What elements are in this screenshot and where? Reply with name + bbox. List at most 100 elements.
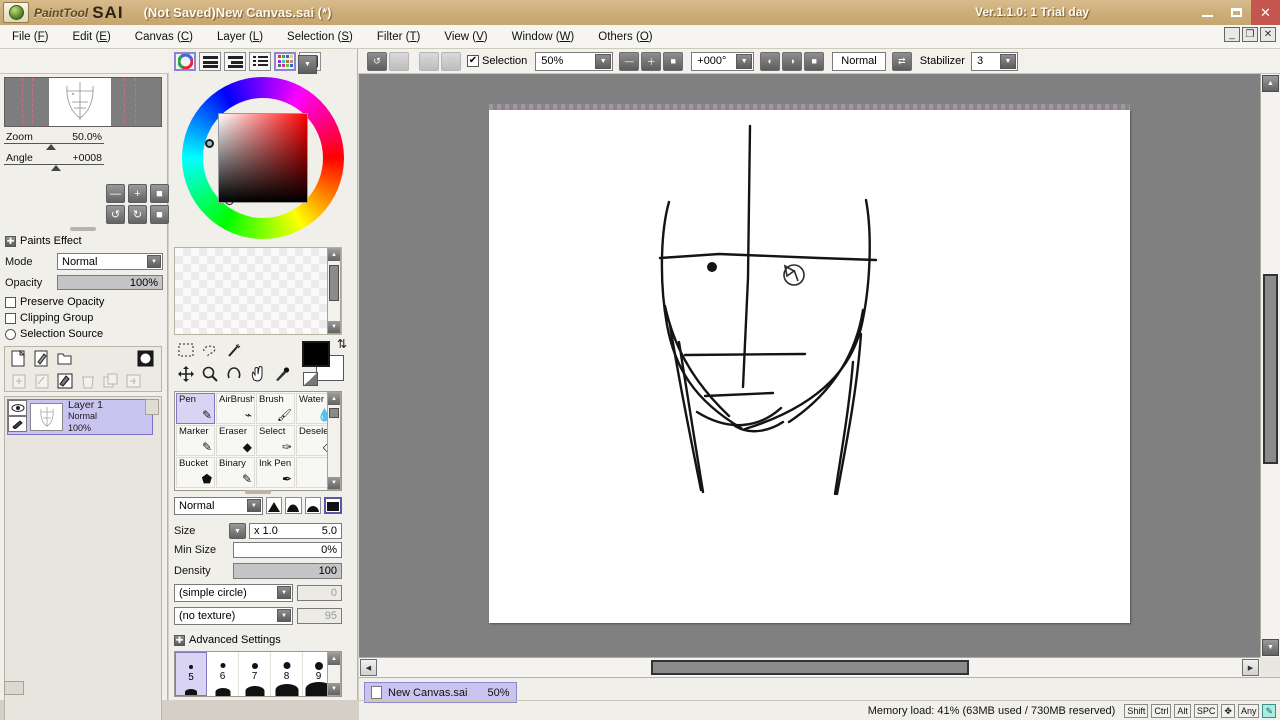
preset-scroll-up-icon[interactable]: ▲ bbox=[328, 653, 340, 665]
menu-others[interactable]: Others (O) bbox=[586, 29, 664, 45]
lasso-select-icon[interactable] bbox=[198, 339, 222, 361]
layer-list-item[interactable]: Layer 1 Normal 100% bbox=[7, 399, 153, 435]
vertical-scroll-thumb[interactable] bbox=[1263, 274, 1278, 464]
menu-edit[interactable]: Edit (E) bbox=[60, 29, 122, 45]
redo-button[interactable]: ↻ bbox=[389, 51, 409, 71]
selection-source-radio[interactable] bbox=[5, 328, 16, 340]
preset-5[interactable]: 5 bbox=[175, 652, 207, 696]
mdi-restore-button[interactable]: ❐ bbox=[1242, 27, 1258, 42]
advanced-settings-expander[interactable]: ✚ Advanced Settings bbox=[174, 634, 281, 646]
swatch-scroll-down-icon[interactable]: ▼ bbox=[328, 321, 340, 333]
navigator-zoom-handle[interactable] bbox=[46, 144, 56, 150]
stabilizer-combo[interactable]: 3 ▼ bbox=[970, 51, 1018, 71]
window-maximize-button[interactable] bbox=[1222, 0, 1251, 25]
navigator-rotate-reset-button[interactable]: ■ bbox=[150, 205, 169, 224]
swatch-scroll-thumb[interactable] bbox=[329, 265, 339, 301]
preserve-opacity-checkbox[interactable] bbox=[5, 296, 16, 308]
flip-horizontal-button[interactable]: ⇄ bbox=[419, 51, 439, 71]
angle-combo-arrow-icon[interactable]: ▼ bbox=[736, 53, 753, 69]
brush-shape-square-button[interactable] bbox=[324, 497, 342, 514]
rotate-cw-button[interactable]: ◑ bbox=[782, 51, 803, 71]
merge-visible-icon[interactable] bbox=[32, 372, 51, 391]
navigator-angle-handle[interactable] bbox=[51, 165, 61, 171]
color-wheel-tab[interactable] bbox=[174, 52, 196, 71]
brush-blend-chevron-icon[interactable]: ▼ bbox=[246, 499, 261, 512]
tool-brush[interactable]: Brush 🖌 bbox=[256, 393, 295, 424]
brush-minsize-field[interactable]: 0% bbox=[233, 542, 342, 558]
color-list-tab[interactable] bbox=[249, 52, 271, 71]
scroll-down-icon[interactable]: ▼ bbox=[1262, 639, 1279, 656]
mdi-minimize-button[interactable]: _ bbox=[1224, 27, 1240, 42]
navigator-rotate-ccw-button[interactable]: ↺ bbox=[106, 205, 125, 224]
tool-panel-splitter-grip[interactable] bbox=[245, 490, 271, 494]
brush-density-slider[interactable]: 100 bbox=[233, 563, 342, 579]
swatch-scroll-up-icon[interactable]: ▲ bbox=[328, 249, 340, 261]
navigator-rotate-cw-button[interactable]: ↻ bbox=[128, 205, 147, 224]
selection-checkbox[interactable]: ✔ bbox=[467, 55, 479, 67]
layer-list[interactable]: Layer 1 Normal 100% bbox=[4, 396, 162, 720]
window-minimize-button[interactable] bbox=[1193, 0, 1222, 25]
menu-window[interactable]: Window (W) bbox=[500, 29, 587, 45]
navigator-thumbnail[interactable] bbox=[4, 77, 162, 127]
merge-down-icon[interactable] bbox=[9, 372, 28, 391]
preset-8[interactable]: 8 bbox=[271, 652, 303, 696]
menu-canvas[interactable]: Canvas (C) bbox=[123, 29, 205, 45]
navigator-angle-row[interactable]: Angle +0008 bbox=[4, 151, 104, 175]
hand-tool-icon[interactable] bbox=[246, 363, 270, 385]
layer-mask-icon[interactable] bbox=[136, 349, 155, 368]
brush-blend-select[interactable]: Normal ▼ bbox=[174, 497, 263, 515]
tool-scroll-down-icon[interactable]: ▼ bbox=[328, 477, 340, 489]
canvas-horizontal-scrollbar[interactable]: ◀ ▶ bbox=[359, 657, 1260, 677]
move-tool-icon[interactable] bbox=[174, 363, 198, 385]
navigator-zoom-out-button[interactable]: — bbox=[106, 184, 125, 203]
tool-pen[interactable]: Pen ✎ bbox=[176, 393, 215, 424]
brush-shape-select[interactable]: (simple circle) ▼ bbox=[174, 584, 293, 602]
zoom-out-button[interactable]: — bbox=[619, 51, 640, 71]
color-mixer-icon[interactable] bbox=[303, 372, 318, 386]
foreground-color-chip[interactable] bbox=[302, 341, 330, 367]
tool-eraser[interactable]: Eraser ◆ bbox=[216, 425, 255, 456]
menu-selection[interactable]: Selection (S) bbox=[275, 29, 365, 45]
layer-list-scrollbar[interactable] bbox=[145, 399, 159, 415]
tool-scroll-thumb[interactable] bbox=[329, 408, 339, 418]
layer-mode-select[interactable]: Normal ▼ bbox=[57, 253, 163, 270]
zoom-in-button[interactable]: ＋ bbox=[641, 51, 662, 71]
zoom-combo[interactable]: 50% ▼ bbox=[535, 51, 614, 71]
horizontal-scroll-thumb[interactable] bbox=[651, 660, 969, 675]
brush-shape-flat-button[interactable] bbox=[304, 497, 321, 514]
zoom-combo-arrow-icon[interactable]: ▼ bbox=[595, 53, 612, 69]
tool-binary[interactable]: Binary ✎ bbox=[216, 457, 255, 488]
menu-view[interactable]: View (V) bbox=[432, 29, 499, 45]
rect-select-icon[interactable] bbox=[174, 339, 198, 361]
color-wheel[interactable] bbox=[182, 77, 344, 239]
canvas-viewport[interactable]: ▲ ▼ ◀ ▶ bbox=[359, 74, 1280, 677]
brush-texture-chevron-icon[interactable]: ▼ bbox=[277, 609, 291, 622]
rotate-ccw-button[interactable]: ◐ bbox=[760, 51, 781, 71]
layer-panel-footer-button[interactable] bbox=[4, 681, 24, 695]
new-layer-icon[interactable] bbox=[9, 349, 28, 368]
navigator-zoom-reset-button[interactable]: ■ bbox=[150, 184, 169, 203]
tool-select[interactable]: Select ✑ bbox=[256, 425, 295, 456]
canvas-vertical-scrollbar[interactable]: ▲ ▼ bbox=[1260, 74, 1280, 657]
new-linework-layer-icon[interactable] bbox=[32, 349, 51, 368]
tool-bucket[interactable]: Bucket ⬟ bbox=[176, 457, 215, 488]
mdi-close-button[interactable]: ✕ bbox=[1260, 27, 1276, 42]
window-close-button[interactable]: ✕ bbox=[1251, 0, 1280, 25]
chevron-down-icon[interactable]: ▼ bbox=[147, 255, 161, 268]
color-swatches-tab[interactable] bbox=[274, 52, 296, 71]
preset-scroll-down-icon[interactable]: ▼ bbox=[328, 683, 340, 695]
brush-shape-round-button[interactable] bbox=[285, 497, 302, 514]
brush-shape-soft-button[interactable] bbox=[265, 497, 283, 514]
navigator-zoom-in-button[interactable]: + bbox=[128, 184, 147, 203]
tool-marker[interactable]: Marker ✎ bbox=[176, 425, 215, 456]
clear-layer-icon[interactable] bbox=[55, 372, 74, 391]
brush-texture-select[interactable]: (no texture) ▼ bbox=[174, 607, 293, 625]
menu-file[interactable]: File (F) bbox=[0, 29, 60, 45]
swap-colors-icon[interactable]: ⇅ bbox=[337, 337, 347, 351]
color-panel-menu-button[interactable]: ▼ bbox=[298, 55, 317, 74]
stabilizer-arrow-icon[interactable]: ▼ bbox=[999, 53, 1016, 69]
tool-grid-scrollbar[interactable]: ▲ ▼ bbox=[327, 392, 341, 490]
delete-layer-icon[interactable] bbox=[78, 372, 97, 391]
selection-source-row[interactable]: Selection Source bbox=[5, 328, 103, 340]
hsv-sliders-tab[interactable] bbox=[224, 52, 246, 71]
